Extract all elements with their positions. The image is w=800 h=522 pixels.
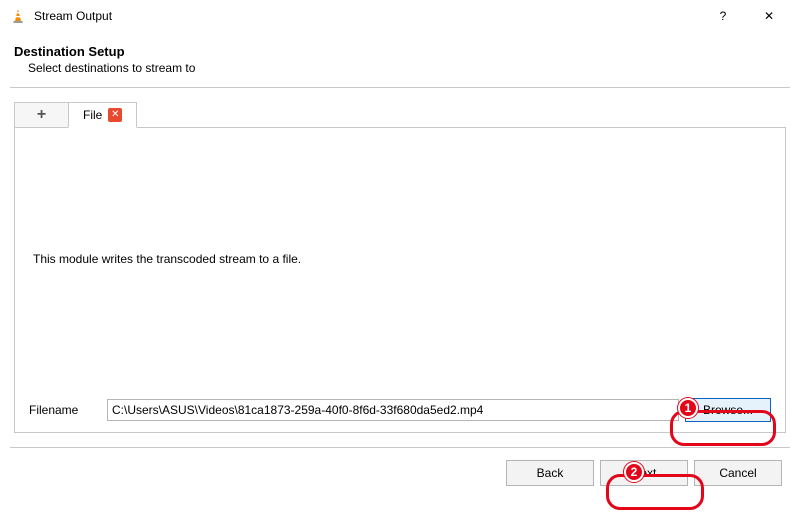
plus-icon: +	[37, 106, 46, 124]
vlc-cone-icon	[10, 8, 26, 24]
wizard-subtitle: Select destinations to stream to	[14, 61, 786, 75]
wizard-title: Destination Setup	[14, 44, 786, 59]
close-button[interactable]: ✕	[746, 0, 792, 32]
filename-row: Filename Browse...	[29, 398, 771, 422]
filename-label: Filename	[29, 403, 107, 417]
browse-button[interactable]: Browse...	[685, 398, 771, 422]
tabstrip: + File ✕	[14, 102, 786, 128]
filename-input[interactable]	[107, 399, 679, 421]
help-button[interactable]: ?	[700, 0, 746, 32]
destinations-panel: + File ✕ This module writes the transcod…	[0, 88, 800, 433]
help-icon: ?	[720, 9, 727, 23]
next-button[interactable]: Next	[600, 460, 688, 486]
tab-body: This module writes the transcoded stream…	[14, 127, 786, 433]
module-description: This module writes the transcoded stream…	[33, 252, 301, 266]
titlebar: Stream Output ? ✕	[0, 0, 800, 32]
back-button[interactable]: Back	[506, 460, 594, 486]
wizard-header: Destination Setup Select destinations to…	[0, 32, 800, 81]
wizard-footer: Back Next Cancel	[0, 448, 800, 496]
cancel-button[interactable]: Cancel	[694, 460, 782, 486]
close-icon: ✕	[764, 9, 774, 23]
add-destination-tab[interactable]: +	[14, 102, 68, 128]
window-title: Stream Output	[34, 9, 112, 23]
tab-close-button[interactable]: ✕	[108, 108, 122, 122]
close-icon: ✕	[111, 110, 119, 120]
tab-file[interactable]: File ✕	[68, 102, 137, 128]
tab-file-label: File	[83, 108, 102, 122]
